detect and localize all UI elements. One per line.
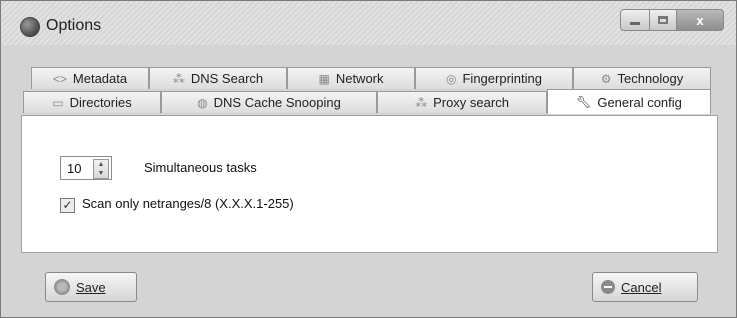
tab-label: DNS Search: [190, 71, 264, 86]
save-button[interactable]: Save: [45, 272, 137, 302]
scan-netranges-checkbox[interactable]: ✓: [60, 198, 75, 213]
code-icon: <>: [52, 71, 67, 86]
scan-netranges-label: Scan only netranges/8 (X.X.X.1-255): [82, 196, 294, 211]
title-bar[interactable]: Options x: [1, 1, 736, 45]
network-nodes-icon: ⁂: [172, 71, 185, 86]
snoop-icon: ◍: [197, 95, 208, 110]
tab-metadata[interactable]: <> Metadata: [31, 67, 149, 89]
tab-label: DNS Cache Snooping: [213, 95, 341, 110]
checkmark-icon: ✓: [62, 198, 73, 212]
tab-general-config[interactable]: 🔧︎ General config: [547, 89, 711, 114]
maximize-button[interactable]: [650, 9, 677, 31]
network-icon: ▦: [318, 71, 330, 86]
cancel-icon: [601, 280, 615, 294]
general-config-panel: 10 ▲ ▼ Simultaneous tasks ✓ Scan only net…: [21, 115, 718, 253]
simultaneous-tasks-label: Simultaneous tasks: [144, 160, 257, 175]
tab-label: Proxy search: [433, 95, 509, 110]
tab-label: Technology: [617, 71, 684, 86]
window-title: Options: [46, 17, 102, 34]
minimize-button[interactable]: [620, 9, 650, 31]
tab-dns-search[interactable]: ⁂ DNS Search: [149, 67, 287, 89]
tab-proxy-search[interactable]: ⁂ Proxy search: [377, 91, 547, 113]
spin-arrows-icon[interactable]: ▲ ▼: [93, 159, 109, 179]
folder-icon: ▭: [52, 95, 64, 110]
simultaneous-tasks-stepper[interactable]: 10 ▲ ▼: [60, 156, 112, 180]
wrench-icon: 🔧︎: [576, 95, 592, 109]
tab-dns-cache-snooping[interactable]: ◍ DNS Cache Snooping: [161, 91, 377, 113]
gear-icon: ⚙: [600, 71, 612, 86]
save-label: Save: [76, 279, 106, 295]
tab-label: General config: [597, 94, 682, 110]
tab-label: Network: [335, 71, 384, 86]
maximize-icon: [658, 16, 668, 24]
tab-label: Fingerprinting: [462, 71, 542, 86]
tab-directories[interactable]: ▭ Directories: [23, 91, 161, 113]
cancel-label: Cancel: [621, 279, 662, 295]
save-gear-icon: [54, 279, 70, 295]
window-controls: x: [620, 9, 724, 31]
app-icon: [20, 17, 40, 37]
cancel-button[interactable]: Cancel: [592, 272, 698, 302]
close-icon: x: [696, 12, 704, 28]
tab-label: Directories: [69, 95, 132, 110]
tab-technology[interactable]: ⚙ Technology: [573, 67, 711, 89]
tab-label: Metadata: [72, 71, 128, 86]
close-button[interactable]: x: [677, 9, 724, 31]
options-window: Options x <> Metadata ⁂ DNS Search ▦ Net…: [0, 0, 737, 318]
fingerprint-icon: ◎: [446, 71, 457, 86]
tab-network[interactable]: ▦ Network: [287, 67, 415, 89]
network-nodes-icon: ⁂: [415, 95, 428, 110]
tab-fingerprinting[interactable]: ◎ Fingerprinting: [415, 67, 573, 89]
minimize-icon: [630, 21, 640, 25]
simultaneous-tasks-value[interactable]: 10: [67, 161, 81, 176]
